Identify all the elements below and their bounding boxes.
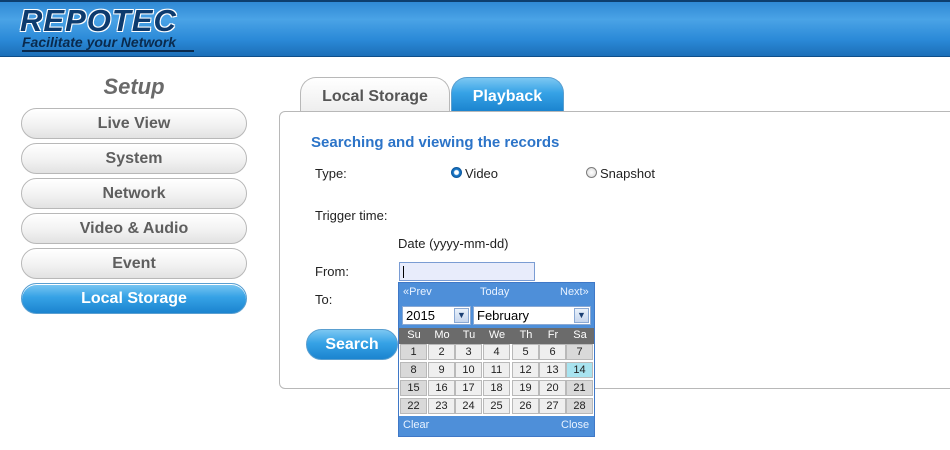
search-button[interactable]: Search <box>306 329 398 360</box>
weekday-label: Su <box>407 329 421 341</box>
weekday-label: Fr <box>547 329 559 341</box>
calendar-prev-link[interactable]: «Prev <box>403 286 432 298</box>
sidebar-title: Setup <box>103 74 165 99</box>
header-top-line <box>0 0 950 2</box>
snapshot-radio-label[interactable]: Snapshot <box>600 166 655 181</box>
tab-local-storage[interactable]: Local Storage <box>300 77 450 111</box>
month-select[interactable]: February ▼ <box>473 306 591 325</box>
sidebar-item-network[interactable]: Network <box>21 178 247 209</box>
calendar-close-link[interactable]: Close <box>561 419 589 431</box>
sidebar-item-event[interactable]: Event <box>21 248 247 279</box>
text-caret <box>403 266 404 278</box>
sidebar-item-live-view[interactable]: Live View <box>21 108 247 139</box>
date-format-hint: Date (yyyy-mm-dd) <box>398 236 509 251</box>
calendar-day-cell[interactable]: 26 <box>512 398 539 414</box>
calendar-day-cell[interactable]: 20 <box>539 380 566 396</box>
calendar-day-cell[interactable]: 27 <box>539 398 566 414</box>
from-date-input[interactable] <box>399 262 535 281</box>
sidebar-item-video-audio[interactable]: Video & Audio <box>21 213 247 244</box>
calendar-day-cell[interactable]: 7 <box>566 344 593 360</box>
calendar-day-cell[interactable]: 8 <box>400 362 427 378</box>
app-header: REPOTEC Facilitate your Network <box>0 0 950 57</box>
calendar-day-cell[interactable]: 21 <box>566 380 593 396</box>
calendar-day-cell[interactable]: 10 <box>455 362 482 378</box>
calendar-day-cell[interactable]: 6 <box>539 344 566 360</box>
section-title: Searching and viewing the records <box>311 134 560 151</box>
calendar-day-cell[interactable]: 9 <box>428 362 455 378</box>
brand-tagline: Facilitate your Network <box>22 34 177 50</box>
calendar-day-cell[interactable]: 5 <box>512 344 539 360</box>
weekday-label: Sa <box>573 329 587 341</box>
calendar-nav-bar: «Prev Today Next» <box>399 283 594 303</box>
calendar-day-cell[interactable]: 14 <box>566 362 593 378</box>
weekday-label: Tu <box>462 329 476 341</box>
chevron-down-icon: ▼ <box>454 308 469 323</box>
tab-playback[interactable]: Playback <box>451 77 564 111</box>
tagline-underline <box>22 50 194 52</box>
calendar-day-cell[interactable]: 16 <box>428 380 455 396</box>
calendar-day-cell[interactable]: 2 <box>428 344 455 360</box>
calendar-day-cell[interactable]: 17 <box>455 380 482 396</box>
calendar-footer: Clear Close <box>399 416 594 436</box>
calendar-day-cell[interactable]: 13 <box>539 362 566 378</box>
from-label: From: <box>315 264 349 279</box>
weekday-label: Mo <box>434 329 450 341</box>
sidebar-item-system[interactable]: System <box>21 143 247 174</box>
video-radio-label[interactable]: Video <box>465 166 498 181</box>
calendar-day-cell[interactable]: 25 <box>483 398 510 414</box>
to-label: To: <box>315 292 333 307</box>
calendar-day-cell[interactable]: 19 <box>512 380 539 396</box>
video-radio[interactable] <box>451 167 462 178</box>
calendar-select-row: 2015 ▼ February ▼ <box>399 303 594 328</box>
weekday-label: We <box>488 329 506 341</box>
calendar-day-cell[interactable]: 12 <box>512 362 539 378</box>
weekday-label: Th <box>519 329 533 341</box>
calendar-day-cell[interactable]: 11 <box>483 362 510 378</box>
calendar-day-cell[interactable]: 1 <box>400 344 427 360</box>
trigger-time-label: Trigger time: <box>315 208 388 223</box>
year-select[interactable]: 2015 ▼ <box>402 306 471 325</box>
calendar-day-cell[interactable]: 15 <box>400 380 427 396</box>
calendar-day-cell[interactable]: 4 <box>483 344 510 360</box>
calendar-clear-link[interactable]: Clear <box>403 419 429 431</box>
month-select-value: February <box>477 308 530 323</box>
calendar-day-cell[interactable]: 18 <box>483 380 510 396</box>
date-picker-calendar: «Prev Today Next» 2015 ▼ February ▼ Su Mo… <box>398 282 595 437</box>
type-label: Type: <box>315 166 347 181</box>
calendar-day-cell[interactable]: 3 <box>455 344 482 360</box>
calendar-day-cell[interactable]: 22 <box>400 398 427 414</box>
snapshot-radio[interactable] <box>586 167 597 178</box>
calendar-day-cell[interactable]: 24 <box>455 398 482 414</box>
calendar-day-cell[interactable]: 23 <box>428 398 455 414</box>
sidebar-item-local-storage[interactable]: Local Storage <box>21 283 247 314</box>
year-select-value: 2015 <box>406 308 435 323</box>
calendar-weekday-header: Su Mo Tu We Th Fr Sa <box>399 328 594 344</box>
calendar-day-cell[interactable]: 28 <box>566 398 593 414</box>
calendar-next-link[interactable]: Next» <box>560 286 589 298</box>
calendar-today-link[interactable]: Today <box>480 286 509 298</box>
chevron-down-icon: ▼ <box>574 308 589 323</box>
